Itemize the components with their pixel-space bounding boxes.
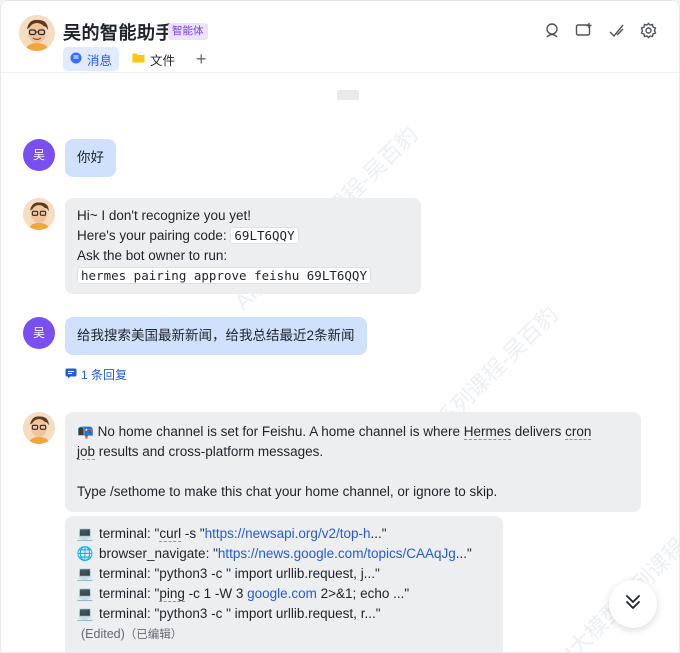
tool-text: terminal: "python3 -c " import urllib.re… xyxy=(99,606,381,621)
gear-icon[interactable] xyxy=(639,21,657,39)
message-bubble[interactable]: 给我搜索美国最新新闻，给我总结最近2条新闻 xyxy=(65,317,367,355)
laptop-icon: 💻 xyxy=(76,526,94,541)
edited-label: (Edited)（已编辑） xyxy=(77,624,491,645)
message-line: Ask the bot owner to run: xyxy=(77,248,228,263)
user-avatar[interactable]: 吴 xyxy=(23,139,55,171)
keyword-job: job xyxy=(77,444,96,460)
tool-text: -c 1 -W 3 xyxy=(184,586,248,601)
laptop-icon: 💻 xyxy=(76,606,94,621)
chat-window: 吴的智能助手 智能体 消息 文件 + AI大模型系列课程-吴百豹 AI大模型系列… xyxy=(0,0,680,653)
message-bubble[interactable]: 你好 xyxy=(65,139,116,177)
add-tab-button[interactable]: + xyxy=(188,47,215,71)
pairing-code: 69LT6QQY xyxy=(230,227,299,244)
reply-thread-icon xyxy=(65,368,77,382)
folder-icon xyxy=(132,52,145,66)
message-text: 给我搜索美国最新新闻，给我总结最近2条新闻 xyxy=(77,328,355,343)
add-chat-icon[interactable] xyxy=(575,21,593,39)
tool-text: terminal: " xyxy=(99,526,160,541)
tool-text: terminal: "python3 -c " import urllib.re… xyxy=(99,566,380,581)
double-chevron-down-icon xyxy=(623,592,643,617)
message-paragraph: 📭 No home channel is set for Feishu. A h… xyxy=(77,422,629,462)
tool-text: -s " xyxy=(181,526,205,541)
mailbox-icon: 📭 xyxy=(77,424,94,439)
bot-avatar[interactable] xyxy=(19,15,55,51)
tool-link[interactable]: https://newsapi.org/v2/top-h xyxy=(205,526,371,541)
tool-call-line: 🌐 browser_navigate: "https://news.google… xyxy=(77,544,491,564)
message-text: results and cross-platform messages. xyxy=(95,444,324,459)
laptop-icon: 💻 xyxy=(76,586,94,601)
chat-bubble-icon xyxy=(70,52,82,67)
tool-text: ..." xyxy=(455,546,472,561)
reply-count: 1 条回复 xyxy=(81,368,128,382)
tool-call-line: 💻 terminal: "python3 -c " import urllib.… xyxy=(77,564,491,584)
tool-call-line: 💻 terminal: "python3 -c " import urllib.… xyxy=(77,604,491,624)
header-actions xyxy=(543,21,657,39)
chat-title: 吴的智能助手 xyxy=(63,23,174,43)
tool-link[interactable]: https://news.google.com/topics/CAAqJg xyxy=(218,546,456,561)
message-line: Hi~ I don't recognize you yet! xyxy=(77,208,252,223)
date-divider xyxy=(337,90,359,100)
tool-keyword: ping xyxy=(159,586,185,602)
tool-call-line: 💻 terminal: "ping -c 1 -W 3 google.com 2… xyxy=(77,584,491,604)
chat-tabs: 消息 文件 + xyxy=(63,47,215,71)
command-code: hermes pairing approve feishu 69LT6QQY xyxy=(77,267,371,284)
tab-messages[interactable]: 消息 xyxy=(63,47,120,71)
tool-keyword: curl xyxy=(159,526,182,542)
message-text: No home channel is set for Feishu. A hom… xyxy=(97,424,464,439)
tab-files[interactable]: 文件 xyxy=(125,47,182,71)
tool-text: browser_navigate: " xyxy=(99,546,218,561)
tab-label: 消息 xyxy=(87,53,113,68)
message-paragraph: Type /sethome to make this chat your hom… xyxy=(77,484,498,499)
chat-header: 吴的智能助手 智能体 消息 文件 + xyxy=(1,1,679,73)
edited-text-cn: （已编辑） xyxy=(124,629,183,641)
message-line: Here's your pairing code: 69LT6QQY xyxy=(77,226,409,246)
edited-text: (Edited) xyxy=(81,627,125,641)
tool-call-line: 💻 terminal: "curl -s "https://newsapi.or… xyxy=(77,524,491,544)
check-edit-icon[interactable] xyxy=(607,21,625,39)
message-line: hermes pairing approve feishu 69LT6QQY xyxy=(77,266,409,286)
message-bubble[interactable]: Hi~ I don't recognize you yet! Here's yo… xyxy=(65,198,421,294)
user-avatar[interactable]: 吴 xyxy=(23,317,55,349)
tool-calls-bubble[interactable]: 💻 terminal: "curl -s "https://newsapi.or… xyxy=(65,516,503,652)
tool-link[interactable]: google.com xyxy=(247,586,317,601)
thread-replies-link[interactable]: 1 条回复 xyxy=(65,366,127,383)
search-person-icon[interactable] xyxy=(543,21,561,39)
bot-avatar[interactable] xyxy=(23,198,55,230)
tab-label: 文件 xyxy=(150,53,176,68)
tool-text: terminal: " xyxy=(99,586,160,601)
message-bubble[interactable]: 📭 No home channel is set for Feishu. A h… xyxy=(65,412,641,512)
tool-text: 2>&1; echo ..." xyxy=(316,586,410,601)
laptop-icon: 💻 xyxy=(76,566,94,581)
bot-avatar[interactable] xyxy=(23,412,55,444)
tool-text: ..." xyxy=(370,526,387,541)
message-text: 你好 xyxy=(77,150,104,165)
agent-badge: 智能体 xyxy=(168,23,208,40)
keyword-cron: cron xyxy=(565,424,592,440)
keyword-hermes: Hermes xyxy=(463,424,512,440)
globe-icon: 🌐 xyxy=(76,546,94,561)
scroll-to-bottom-button[interactable] xyxy=(609,580,657,628)
message-text: Here's your pairing code: xyxy=(77,228,231,243)
message-text: delivers xyxy=(511,424,566,439)
